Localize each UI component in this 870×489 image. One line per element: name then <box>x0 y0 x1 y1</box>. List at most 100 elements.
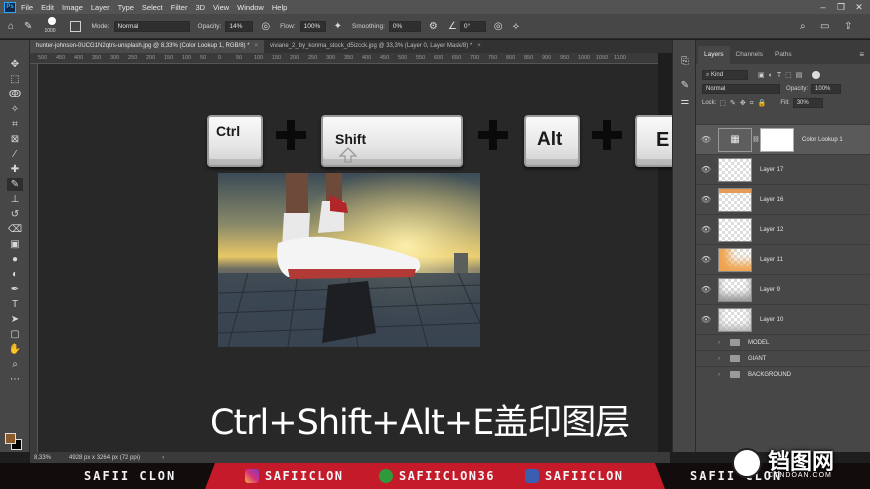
menu-image[interactable]: Image <box>62 3 83 12</box>
opacity-field[interactable]: 14% <box>225 20 254 32</box>
ruler-tick: 1000 <box>578 55 591 61</box>
history-icon[interactable]: ⎘ <box>679 56 691 68</box>
shape-tool-icon[interactable]: ▢ <box>7 328 23 341</box>
move-tool-icon[interactable]: ✥ <box>7 58 23 71</box>
visibility-eye-icon[interactable]: 👁 <box>696 195 716 204</box>
group-model[interactable]: › MODEL <box>696 334 870 350</box>
brush-tool-icon[interactable]: ✎ <box>24 21 32 32</box>
brush-preset-picker[interactable]: 1000 <box>42 16 62 36</box>
dodge-tool-icon[interactable]: ◐ <box>7 268 23 281</box>
expand-caret-icon[interactable]: › <box>718 340 726 346</box>
pen-tool-icon[interactable]: ✒ <box>7 283 23 296</box>
menu-window[interactable]: Window <box>237 3 264 12</box>
home-icon[interactable]: ⌂ <box>8 21 14 32</box>
menu-help[interactable]: Help <box>272 3 287 12</box>
crop-tool-icon[interactable]: ⌗ <box>7 118 23 131</box>
more-tools-icon[interactable]: ⋯ <box>7 373 23 386</box>
group-background[interactable]: › BACKGROUND <box>696 366 870 382</box>
foreground-color-swatch[interactable] <box>5 433 16 444</box>
visibility-eye-icon[interactable]: 👁 <box>696 135 716 144</box>
filter-kind-select[interactable]: ⌕ Kind <box>702 70 748 80</box>
tab-paths[interactable]: Paths <box>769 46 798 64</box>
visibility-eye-icon[interactable]: 👁 <box>696 255 716 264</box>
layer-17[interactable]: 👁 Layer 17 <box>696 154 870 184</box>
close-icon[interactable]: ✕ <box>850 0 868 14</box>
document-size[interactable]: 4928 px x 3264 px (72 ppi) <box>69 455 140 461</box>
document-image[interactable] <box>218 173 480 347</box>
layer-11[interactable]: 👁 Layer 11 <box>696 244 870 274</box>
expand-caret-icon[interactable]: › <box>718 356 726 362</box>
workspace-icon[interactable]: ▭ <box>820 21 829 32</box>
menu-filter[interactable]: Filter <box>171 3 188 12</box>
marquee-tool-icon[interactable]: ⬚ <box>7 73 23 86</box>
flow-field[interactable]: 100% <box>299 20 326 32</box>
eyedropper-tool-icon[interactable]: ⁄ <box>7 148 23 161</box>
watermark-url: CTNDOAN.COM <box>768 472 832 479</box>
quick-select-tool-icon[interactable]: ✧ <box>7 103 23 116</box>
status-arrow-icon[interactable]: › <box>162 455 164 461</box>
clone-stamp-tool-icon[interactable]: ⊥ <box>7 193 23 206</box>
menu-view[interactable]: View <box>213 3 229 12</box>
symmetry-icon[interactable]: ⟡ <box>513 21 520 32</box>
close-icon[interactable]: × <box>477 43 481 49</box>
filter-toggle-icon[interactable] <box>812 71 821 79</box>
menu-layer[interactable]: Layer <box>91 3 110 12</box>
visibility-eye-icon[interactable]: 👁 <box>696 225 716 234</box>
healing-brush-tool-icon[interactable]: ✚ <box>7 163 23 176</box>
search-icon[interactable]: ⌕ <box>800 21 806 32</box>
layer-10[interactable]: 👁 Layer 10 <box>696 304 870 334</box>
tab-hunter-johnson[interactable]: hunter-johnson-0UCG1N2qtrs-unsplash.jpg … <box>30 40 265 53</box>
airbrush-icon[interactable]: ✦ <box>334 21 342 32</box>
minimize-icon[interactable]: – <box>814 0 832 14</box>
mode-select[interactable]: Normal <box>113 20 190 32</box>
lock-icons[interactable]: ⬚✎✥⌗🔒 <box>719 99 770 108</box>
smoothing-gear-icon[interactable]: ⚙ <box>429 21 438 32</box>
expand-caret-icon[interactable]: › <box>718 372 726 378</box>
close-icon[interactable]: × <box>255 43 259 49</box>
layer-9[interactable]: 👁 Layer 9 <box>696 274 870 304</box>
tab-viviane[interactable]: viviane_2_by_konma_stock_d5izcck.jpg @ 3… <box>264 40 487 53</box>
layer-opacity-field[interactable]: 100% <box>811 84 842 94</box>
share-icon[interactable]: ⇪ <box>844 21 852 32</box>
lasso-tool-icon[interactable]: ↂ <box>7 88 23 101</box>
visibility-eye-icon[interactable]: 👁 <box>696 315 716 324</box>
blend-mode-select[interactable]: Normal <box>702 84 780 94</box>
zoom-tool-icon[interactable]: ⌕ <box>7 358 23 371</box>
menu-edit[interactable]: Edit <box>41 3 54 12</box>
zoom-level[interactable]: 8,33% <box>34 455 51 461</box>
brush-settings-icon[interactable]: ✎ <box>679 80 691 92</box>
group-giant[interactable]: › GIANT <box>696 350 870 366</box>
layer-color-lookup-1[interactable]: 👁 ▦ ⛓ Color Lookup 1 <box>696 124 870 154</box>
fill-field[interactable]: 30% <box>792 98 823 108</box>
layer-mask-thumb[interactable] <box>760 127 794 152</box>
layer-16[interactable]: 👁 Layer 16 <box>696 184 870 214</box>
smoothing-field[interactable]: 0% <box>388 20 421 32</box>
brush-tool-icon[interactable]: ✎ <box>7 178 23 191</box>
gradient-tool-icon[interactable]: ▣ <box>7 238 23 251</box>
eraser-tool-icon[interactable]: ⌫ <box>7 223 23 236</box>
hand-tool-icon[interactable]: ✋ <box>7 343 23 356</box>
frame-tool-icon[interactable]: ⊠ <box>7 133 23 146</box>
menu-type[interactable]: Type <box>118 3 134 12</box>
panel-menu-icon[interactable]: ≡ <box>859 50 864 59</box>
type-tool-icon[interactable]: T <box>7 298 23 311</box>
adjustments-icon[interactable]: ⚌ <box>679 96 691 108</box>
brush-settings-icon[interactable] <box>70 20 82 32</box>
ruler-tick: 400 <box>362 55 372 61</box>
pressure-size-icon[interactable]: ◎ <box>494 21 503 32</box>
blur-tool-icon[interactable]: ● <box>7 253 23 266</box>
visibility-eye-icon[interactable]: 👁 <box>696 285 716 294</box>
pressure-opacity-icon[interactable]: ◎ <box>261 21 270 32</box>
tab-layers[interactable]: Layers <box>698 46 730 64</box>
layer-12[interactable]: 👁 Layer 12 <box>696 214 870 244</box>
history-brush-tool-icon[interactable]: ↺ <box>7 208 23 221</box>
menu-file[interactable]: File <box>21 3 33 12</box>
angle-field[interactable]: 0° <box>459 20 486 32</box>
filter-type-icons[interactable]: ▣◐T⬚▤ <box>758 71 806 79</box>
menu-select[interactable]: Select <box>142 3 163 12</box>
visibility-eye-icon[interactable]: 👁 <box>696 165 716 174</box>
restore-icon[interactable]: ❐ <box>832 0 850 14</box>
menu-3d[interactable]: 3D <box>195 3 205 12</box>
tab-channels[interactable]: Channels <box>730 46 769 64</box>
path-select-tool-icon[interactable]: ➤ <box>7 313 23 326</box>
